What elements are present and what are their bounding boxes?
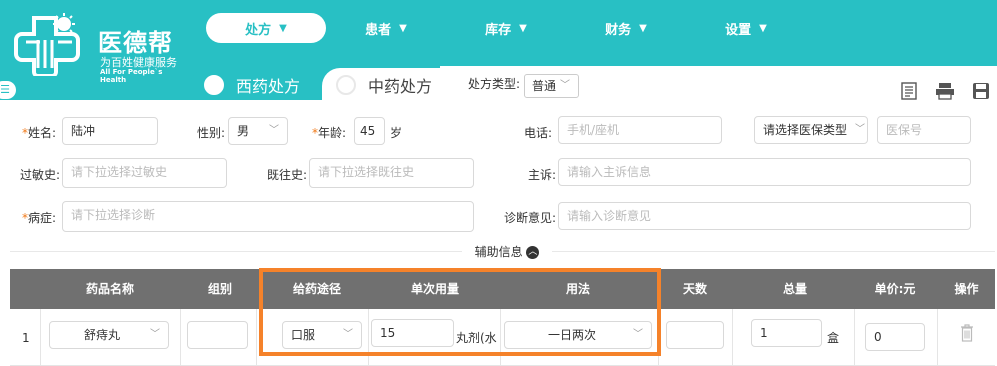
chevron-down-icon: ﹀ bbox=[150, 329, 160, 340]
col-header-price: 单价:元 bbox=[874, 282, 916, 296]
brand-name: 医德帮 bbox=[98, 29, 173, 57]
tab-chinese-rx[interactable]: 中药处方 bbox=[322, 68, 440, 102]
nav-item-settings[interactable]: 设置 ▼ bbox=[686, 13, 806, 43]
complaint-input[interactable]: 请输入主诉信息 bbox=[558, 158, 971, 186]
diagnosis-select[interactable]: 请下拉选择诊断 bbox=[62, 201, 474, 232]
cell-divider bbox=[40, 309, 41, 366]
brand-slogan-en: All For People`s Health bbox=[100, 68, 163, 84]
insurance-type-select[interactable]: 请选择医保类型 ﹀ bbox=[754, 116, 868, 144]
nav-item-inventory[interactable]: 库存 ▼ bbox=[446, 13, 566, 43]
main-nav: 处方 ▼ 患者 ▼ 库存 ▼ 财务 ▼ 设置 ▼ bbox=[206, 13, 806, 43]
nav-item-prescription[interactable]: 处方 ▼ bbox=[206, 13, 326, 43]
caret-down-icon: ▼ bbox=[399, 22, 407, 34]
chevron-up-icon: ︿ bbox=[526, 246, 540, 259]
nav-item-label: 处方 bbox=[245, 22, 272, 38]
rx-type-label: 处方类型: bbox=[468, 77, 521, 91]
tab-label: 西药处方 bbox=[236, 77, 301, 96]
total-input[interactable]: 1 bbox=[751, 319, 822, 347]
phone-label: 电话: bbox=[524, 126, 553, 140]
logo: 医德帮 为百姓健康服务 All For People`s Health bbox=[10, 6, 190, 84]
caret-down-icon: ▼ bbox=[639, 22, 647, 34]
trash-icon[interactable] bbox=[960, 324, 974, 342]
gender-label: 性别: bbox=[197, 126, 226, 140]
name-input[interactable]: 陆冲 bbox=[62, 117, 158, 145]
nav-item-label: 患者 bbox=[365, 22, 392, 38]
nav-item-label: 设置 bbox=[725, 22, 752, 38]
total-unit: 盒 bbox=[827, 331, 840, 345]
logo-cross-icon bbox=[14, 13, 80, 76]
allergy-label: 过敏史: bbox=[20, 168, 61, 182]
caret-down-icon: ▼ bbox=[759, 22, 767, 34]
age-label: *年龄: bbox=[312, 126, 347, 140]
group-input[interactable] bbox=[187, 321, 248, 349]
cell-divider bbox=[854, 309, 855, 366]
prescription-form: *姓名: 陆冲 性别: 男 ﹀ *年龄: 45 岁 电话: 手机/座机 请选择医保… bbox=[0, 100, 997, 366]
allergy-select[interactable]: 请下拉选择过敏史 bbox=[62, 158, 227, 188]
nav-item-label: 库存 bbox=[485, 22, 512, 38]
drug-select[interactable]: 舒痔丸 ﹀ bbox=[49, 321, 169, 349]
history-label: 既往史: bbox=[267, 168, 308, 182]
row-index: 1 bbox=[22, 331, 30, 345]
opinion-input[interactable]: 请输入诊断意见 bbox=[558, 202, 971, 230]
col-header-total: 总量 bbox=[782, 282, 807, 296]
tab-western-rx[interactable]: 西药处方 bbox=[190, 68, 316, 102]
diagnosis-label: *病症: bbox=[22, 211, 57, 225]
menu-toggle-icon[interactable]: ☰ bbox=[0, 81, 16, 99]
tab-label: 中药处方 bbox=[368, 77, 433, 96]
save-icon[interactable] bbox=[970, 82, 992, 100]
col-header-days: 天数 bbox=[682, 282, 707, 296]
rx-type-value: 普通 bbox=[532, 79, 557, 93]
phone-input[interactable]: 手机/座机 bbox=[558, 116, 722, 144]
chevron-down-icon: ﹀ bbox=[269, 125, 279, 136]
col-header-group: 组别 bbox=[207, 282, 232, 296]
opinion-label: 诊断意见: bbox=[504, 211, 557, 225]
nav-item-patients[interactable]: 患者 ▼ bbox=[326, 13, 446, 43]
highlight-box bbox=[259, 268, 661, 356]
cell-divider bbox=[180, 309, 181, 366]
gender-select[interactable]: 男 ﹀ bbox=[228, 117, 288, 145]
chevron-down-icon: ﹀ bbox=[560, 80, 570, 91]
nav-item-label: 财务 bbox=[605, 22, 632, 38]
chevron-down-icon: ﹀ bbox=[855, 124, 865, 135]
cell-divider bbox=[732, 309, 733, 366]
rx-type-select[interactable]: 普通 ﹀ bbox=[524, 74, 579, 98]
cell-divider bbox=[937, 309, 938, 366]
caret-down-icon: ▼ bbox=[279, 22, 287, 34]
history-select[interactable]: 请下拉选择既往史 bbox=[309, 158, 474, 188]
aux-info-toggle[interactable]: 辅助信息 ︿ bbox=[462, 243, 552, 261]
age-input[interactable]: 45 bbox=[354, 117, 385, 145]
caret-down-icon: ▼ bbox=[519, 22, 527, 34]
insurance-number-input[interactable]: 医保号 bbox=[877, 116, 971, 144]
price-input[interactable]: 0 bbox=[865, 323, 925, 351]
age-unit: 岁 bbox=[390, 126, 403, 140]
col-header-drug: 药品名称 bbox=[85, 282, 134, 296]
print-icon[interactable] bbox=[934, 82, 956, 100]
tab-dot-icon bbox=[204, 75, 224, 95]
prescription-icon[interactable] bbox=[898, 82, 920, 100]
cell-divider bbox=[256, 309, 257, 366]
tab-dot-icon bbox=[336, 75, 356, 95]
name-label: *姓名: bbox=[22, 126, 57, 140]
nav-item-finance[interactable]: 财务 ▼ bbox=[566, 13, 686, 43]
days-input[interactable] bbox=[666, 321, 724, 349]
col-header-action: 操作 bbox=[954, 282, 979, 296]
complaint-label: 主诉: bbox=[528, 168, 557, 182]
